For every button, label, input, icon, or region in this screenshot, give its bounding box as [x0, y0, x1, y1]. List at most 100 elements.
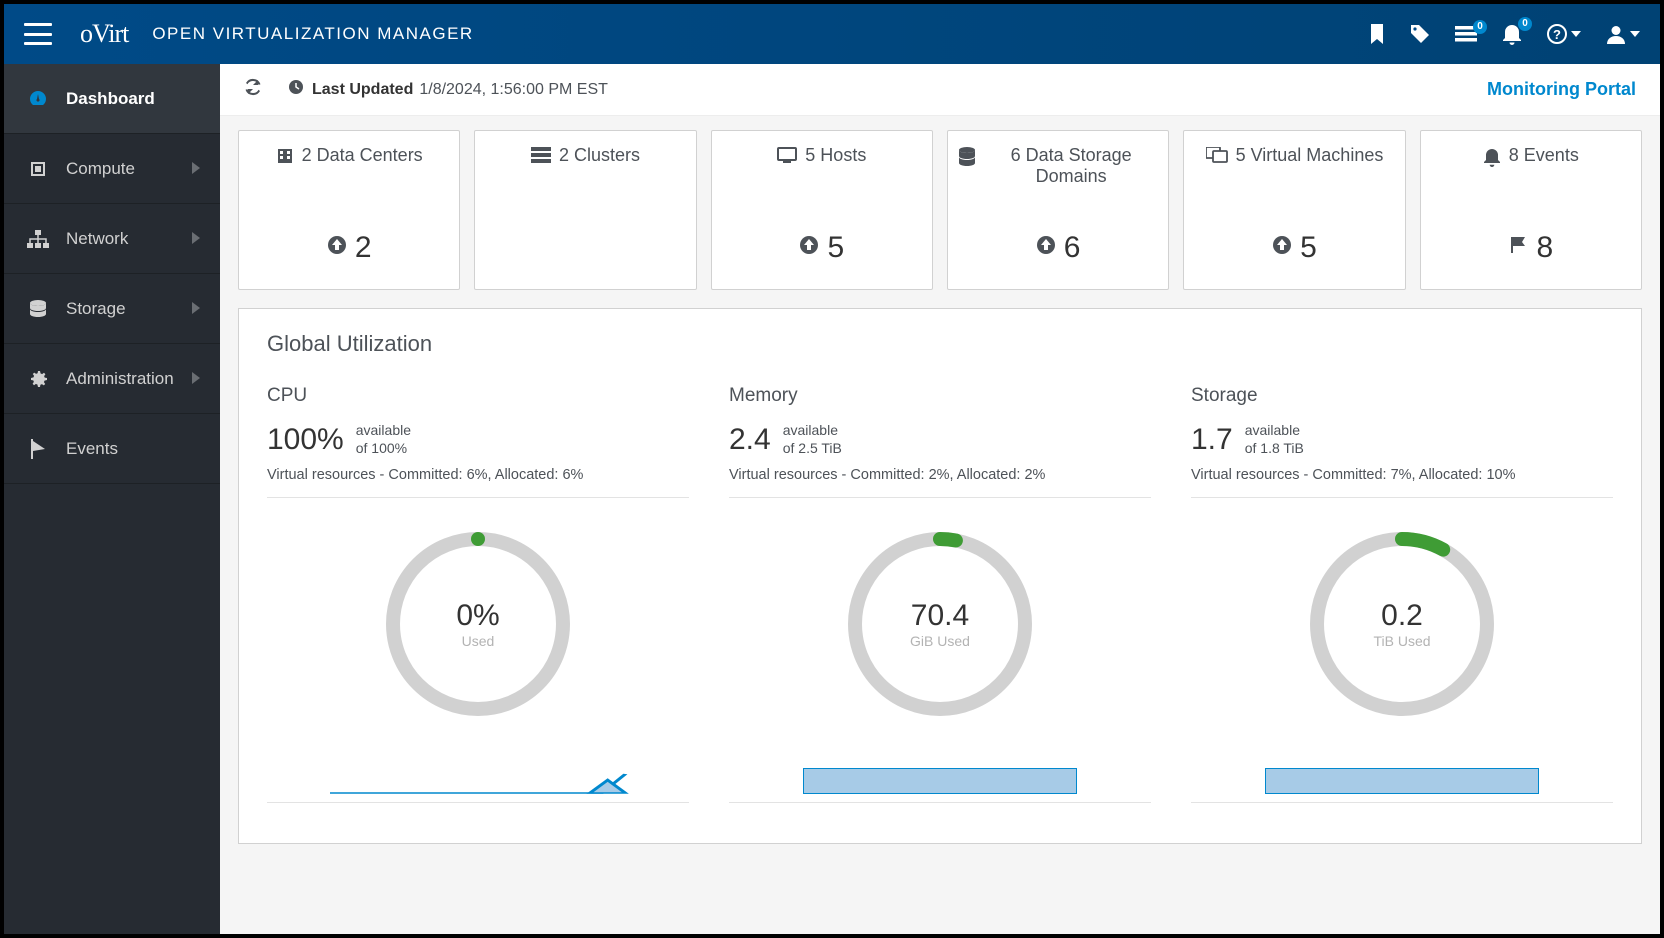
bell-solid-icon [1483, 147, 1501, 172]
memory-sparkline[interactable] [803, 768, 1077, 794]
gear-icon [24, 369, 52, 389]
sidebar-item-network[interactable]: Network [4, 204, 220, 274]
app-title: OPEN VIRTUALIZATION MANAGER [152, 24, 473, 44]
bookmark-icon[interactable] [1369, 24, 1385, 44]
card-title: 5 Virtual Machines [1236, 145, 1384, 166]
util-value: 100% [267, 423, 344, 457]
global-utilization-panel: Global Utilization CPU 100% available of… [238, 308, 1642, 844]
refresh-icon[interactable] [244, 78, 262, 101]
storage-donut-chart[interactable]: 0.2 TiB Used [1302, 524, 1502, 724]
util-available-of: of 100% [356, 439, 411, 457]
clock-icon [288, 79, 304, 100]
cluster-icon [531, 147, 551, 168]
arrow-up-circle-icon [1272, 235, 1292, 261]
card-count: 8 [1536, 231, 1553, 265]
sidebar-item-compute[interactable]: Compute [4, 134, 220, 204]
arrow-up-circle-icon [327, 235, 347, 261]
util-available-label: available [1245, 421, 1304, 439]
sidebar-item-label: Storage [66, 299, 126, 319]
screen-icon [777, 147, 797, 168]
util-value: 1.7 [1191, 423, 1233, 457]
card-count: 6 [1064, 231, 1081, 265]
notifications-badge: 0 [1518, 17, 1532, 31]
chevron-right-icon [192, 299, 200, 319]
help-icon[interactable]: ? [1547, 24, 1581, 44]
flag-icon [24, 439, 52, 459]
card-storage-domains[interactable]: 6 Data Storage Domains 6 [947, 130, 1169, 290]
card-title: 2 Clusters [559, 145, 640, 166]
arrow-up-circle-icon [799, 235, 819, 261]
util-title: Storage [1191, 385, 1613, 407]
donut-label: TiB Used [1373, 633, 1430, 649]
sidebar-item-events[interactable]: Events [4, 414, 220, 484]
building-icon [276, 147, 294, 170]
util-value: 2.4 [729, 423, 771, 457]
card-events[interactable]: 8 Events 8 [1420, 130, 1642, 290]
storage-sparkline[interactable] [1265, 768, 1539, 794]
util-note: Virtual resources - Committed: 6%, Alloc… [267, 467, 689, 498]
monitoring-portal-link[interactable]: Monitoring Portal [1487, 79, 1636, 100]
util-note: Virtual resources - Committed: 2%, Alloc… [729, 467, 1151, 498]
database-icon [958, 147, 976, 172]
card-count: 2 [355, 231, 372, 265]
card-title: 2 Data Centers [302, 145, 423, 166]
card-hosts[interactable]: 5 Hosts 5 [711, 130, 933, 290]
card-virtual-machines[interactable]: 5 Virtual Machines 5 [1183, 130, 1405, 290]
card-data-centers[interactable]: 2 Data Centers 2 [238, 130, 460, 290]
util-available-of: of 1.8 TiB [1245, 439, 1304, 457]
card-title: 5 Hosts [805, 145, 866, 166]
summary-cards-row: 2 Data Centers 2 2 Clusters [220, 116, 1660, 304]
util-title: Memory [729, 385, 1151, 407]
util-note: Virtual resources - Committed: 7%, Alloc… [1191, 467, 1613, 498]
header-toolbar: 0 0 ? [1369, 23, 1640, 45]
svg-text:?: ? [1553, 27, 1561, 42]
caret-down-icon [1571, 31, 1581, 37]
storage-icon [24, 299, 52, 319]
hamburger-menu-icon[interactable] [24, 23, 52, 45]
cpu-sparkline[interactable] [330, 766, 625, 794]
sidebar-item-administration[interactable]: Administration [4, 344, 220, 414]
chevron-right-icon [192, 229, 200, 249]
card-title: 6 Data Storage Domains [984, 145, 1158, 187]
sidebar-item-label: Events [66, 439, 118, 459]
card-count: 5 [827, 231, 844, 265]
network-icon [24, 230, 52, 248]
main-content: Last Updated 1/8/2024, 1:56:00 PM EST Mo… [220, 64, 1660, 934]
util-available-label: available [783, 421, 842, 439]
dashboard-icon [24, 89, 52, 109]
card-clusters[interactable]: 2 Clusters [474, 130, 696, 290]
memory-donut-chart[interactable]: 70.4 GiB Used [840, 524, 1040, 724]
product-logo: oVirt [80, 19, 128, 49]
arrow-up-circle-icon [1036, 235, 1056, 261]
caret-down-icon [1630, 31, 1640, 37]
cpu-donut-chart[interactable]: 0% Used [378, 524, 578, 724]
utilization-memory: Memory 2.4 available of 2.5 TiB Virtual … [729, 385, 1151, 803]
utilization-heading: Global Utilization [267, 331, 1613, 357]
util-available-label: available [356, 421, 411, 439]
util-title: CPU [267, 385, 689, 407]
utilization-storage: Storage 1.7 available of 1.8 TiB Virtual… [1191, 385, 1613, 803]
tasks-icon[interactable]: 0 [1455, 26, 1477, 42]
donut-value: 0.2 [1381, 599, 1423, 633]
app-header: oVirt OPEN VIRTUALIZATION MANAGER 0 0 ? [4, 4, 1660, 64]
last-updated-time: 1/8/2024, 1:56:00 PM EST [419, 81, 608, 99]
sidebar-item-storage[interactable]: Storage [4, 274, 220, 344]
dashboard-toolbar: Last Updated 1/8/2024, 1:56:00 PM EST Mo… [220, 64, 1660, 116]
last-updated-label: Last Updated [312, 81, 413, 99]
notifications-bell-icon[interactable]: 0 [1502, 23, 1522, 45]
chevron-right-icon [192, 159, 200, 179]
flag-solid-icon [1508, 235, 1528, 261]
user-menu-icon[interactable] [1606, 24, 1640, 44]
tasks-badge: 0 [1473, 20, 1487, 34]
sidebar-item-label: Network [66, 229, 128, 249]
vm-icon [1206, 147, 1228, 168]
sidebar-nav: Dashboard Compute Network Storage [4, 64, 220, 934]
donut-label: GiB Used [910, 633, 970, 649]
tag-icon[interactable] [1410, 24, 1430, 44]
donut-value: 0% [456, 599, 499, 633]
util-available-of: of 2.5 TiB [783, 439, 842, 457]
sidebar-item-label: Administration [66, 369, 174, 389]
compute-icon [24, 159, 52, 179]
donut-label: Used [462, 633, 495, 649]
sidebar-item-dashboard[interactable]: Dashboard [4, 64, 220, 134]
